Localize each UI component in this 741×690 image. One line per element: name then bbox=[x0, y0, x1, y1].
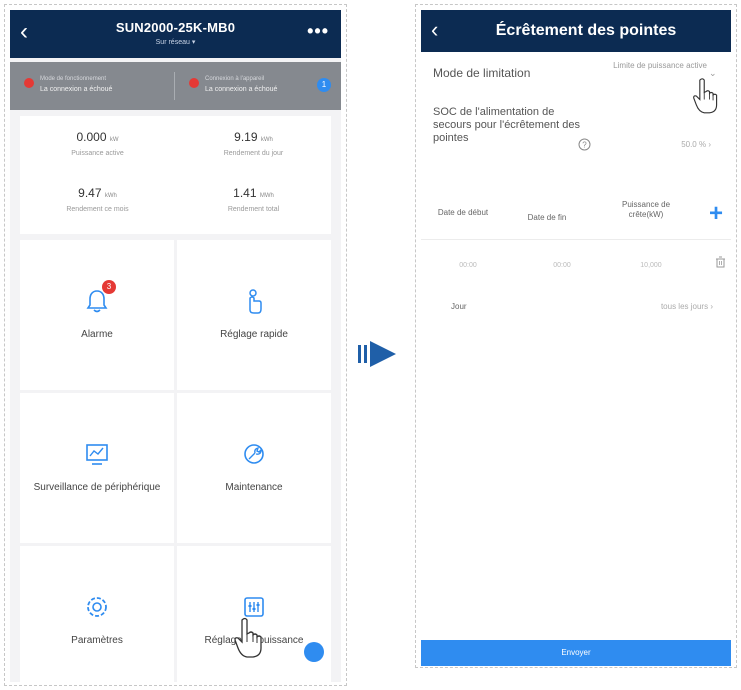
soc-value-field[interactable]: 50.0 % › bbox=[651, 140, 711, 149]
chevron-right-icon: › bbox=[710, 302, 713, 311]
column-header-end: Date de fin bbox=[527, 213, 567, 222]
settings-gear-icon bbox=[87, 597, 107, 617]
repeat-value: tous les jours bbox=[660, 302, 709, 311]
alarm-count-badge: 3 bbox=[102, 280, 116, 294]
maintenance-wrench-icon bbox=[244, 444, 264, 464]
stat-unit: MWh bbox=[259, 193, 274, 199]
status-cell-label: Mode de fonctionnement bbox=[40, 76, 107, 82]
stat-daily-yield: 9.19 kWh Rendement du jour bbox=[176, 130, 331, 157]
more-dots-icon[interactable]: ••• bbox=[307, 22, 329, 40]
stat-monthly-yield: 9.47 kWh Rendement ce mois bbox=[20, 186, 175, 213]
svg-text:?: ? bbox=[582, 141, 587, 150]
soc-value: 50.0 % bbox=[681, 140, 707, 149]
chevron-down-icon: ▾ bbox=[191, 39, 196, 46]
grid-status-selector[interactable]: Sur réseau ▾ bbox=[70, 38, 281, 46]
tile-alarm[interactable]: 3 Alarme bbox=[20, 240, 174, 390]
stat-value: 9.19 bbox=[234, 130, 258, 144]
chevron-right-icon: › bbox=[708, 140, 711, 149]
help-question-icon[interactable]: ? bbox=[578, 138, 591, 151]
tap-hand-cursor-icon bbox=[234, 617, 262, 658]
page-title: Écrêtement des pointes bbox=[495, 22, 677, 39]
notification-badge[interactable]: 1 bbox=[317, 78, 331, 92]
tile-label: Paramètres bbox=[71, 635, 123, 646]
peak-power-input[interactable]: 10,000 bbox=[626, 262, 676, 269]
submit-button[interactable]: Envoyer bbox=[421, 640, 731, 666]
limitation-mode-label: Mode de limitation bbox=[433, 66, 531, 80]
stat-value: 1.41 bbox=[233, 186, 257, 200]
stat-unit: kWh bbox=[104, 193, 117, 199]
monitor-chart-icon bbox=[86, 444, 108, 465]
end-time-input[interactable]: 00:00 bbox=[537, 262, 587, 269]
device-home-screen: ‹ SUN2000-25K-MB0 Sur réseau ▾ ••• Mode … bbox=[10, 10, 341, 682]
stat-unit: kWh bbox=[260, 137, 273, 143]
stat-value: 0.000 bbox=[76, 130, 107, 144]
repeat-label: Jour bbox=[451, 302, 467, 311]
tile-label: Alarme bbox=[81, 329, 113, 340]
energy-stats-panel: 0.000 kW Puissance active 9.19 kWh Rende… bbox=[20, 116, 331, 234]
grid-status-label: Sur réseau bbox=[155, 39, 190, 46]
tile-quick-setup[interactable]: Réglage rapide bbox=[177, 240, 331, 390]
tile-label: Maintenance bbox=[225, 482, 283, 493]
error-dot-icon bbox=[24, 78, 34, 88]
stat-label: Rendement total bbox=[227, 206, 280, 213]
status-cell-mode[interactable]: Mode de fonctionnement La connexion a éc… bbox=[10, 62, 175, 110]
status-cell-label: Connexion à l'appareil bbox=[205, 76, 265, 82]
stat-total-yield: 1.41 MWh Rendement total bbox=[176, 186, 331, 213]
peak-shaving-screen: ‹ Écrêtement des pointes Mode de limitat… bbox=[421, 10, 731, 666]
device-title: SUN2000-25K-MB0 bbox=[115, 20, 236, 35]
status-cell-connection[interactable]: Connexion à l'appareil La connexion a éc… bbox=[175, 62, 340, 110]
tile-settings[interactable]: Paramètres bbox=[20, 546, 174, 682]
transition-arrow-icon bbox=[358, 341, 396, 367]
tile-label: Surveillance de périphérique bbox=[33, 482, 161, 493]
stat-label: Rendement du jour bbox=[223, 150, 284, 157]
status-cell-value: La connexion a échoué bbox=[40, 86, 113, 93]
chat-bubble-icon[interactable] bbox=[304, 642, 324, 662]
repeat-select[interactable]: tous les jours › bbox=[631, 302, 713, 311]
tile-device-monitoring[interactable]: Surveillance de périphérique bbox=[20, 393, 174, 543]
back-chevron-icon[interactable]: ‹ bbox=[20, 20, 28, 44]
column-header-start: Date de début bbox=[437, 208, 489, 217]
trash-icon[interactable] bbox=[715, 256, 726, 268]
schedule-row: 00:00 00:00 10,000 bbox=[421, 256, 731, 280]
tap-hand-cursor-icon bbox=[693, 78, 718, 114]
tile-maintenance[interactable]: Maintenance bbox=[177, 393, 331, 543]
page-header: ‹ Écrêtement des pointes bbox=[421, 10, 731, 52]
stat-unit: kW bbox=[109, 137, 119, 143]
schedule-table-header: Date de début Date de fin Puissance de c… bbox=[421, 196, 731, 240]
soc-backup-label: SOC de l'alimentation de secours pour l'… bbox=[433, 106, 581, 144]
start-time-input[interactable]: 00:00 bbox=[443, 262, 493, 269]
status-cell-value: La connexion a échoué bbox=[205, 86, 278, 93]
column-header-peak: Puissance de crête(kW) bbox=[621, 200, 671, 219]
stat-label: Rendement ce mois bbox=[66, 206, 129, 213]
add-row-plus-icon[interactable]: + bbox=[709, 202, 723, 226]
error-dot-icon bbox=[189, 78, 199, 88]
quick-setup-hand-icon bbox=[249, 289, 262, 314]
device-header: ‹ SUN2000-25K-MB0 Sur réseau ▾ ••• bbox=[10, 10, 341, 58]
stat-label: Puissance active bbox=[71, 150, 124, 157]
limitation-mode-select[interactable]: Limite de puissance active bbox=[577, 60, 707, 71]
stat-active-power: 0.000 kW Puissance active bbox=[20, 130, 175, 157]
connection-status-bar: Mode de fonctionnement La connexion a éc… bbox=[10, 62, 341, 110]
back-chevron-icon[interactable]: ‹ bbox=[431, 19, 438, 41]
tile-label: Réglage rapide bbox=[220, 329, 288, 340]
tile-power-adjustment[interactable]: Réglage de puissance bbox=[177, 546, 331, 682]
stat-value: 9.47 bbox=[78, 186, 102, 200]
